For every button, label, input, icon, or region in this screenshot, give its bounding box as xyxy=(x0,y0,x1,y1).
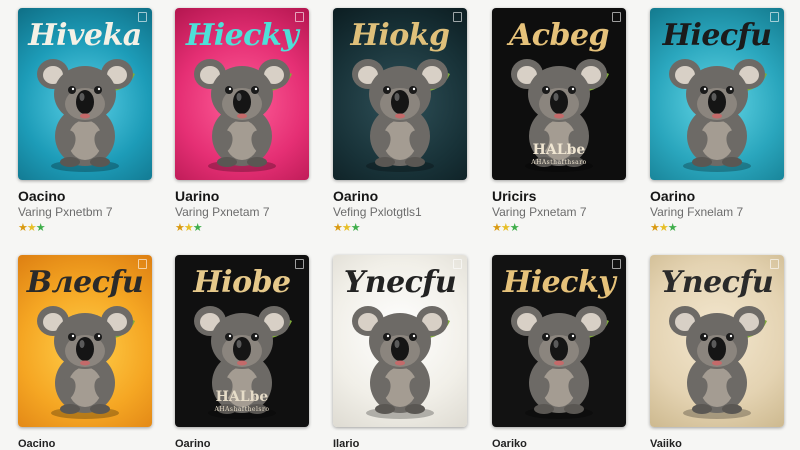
poster-tagline: HALbe AHAshafthelsro xyxy=(175,389,309,413)
corner-badge-icon xyxy=(453,12,462,22)
koala-illustration-icon xyxy=(669,59,767,172)
product-name[interactable]: Uarino xyxy=(175,188,309,205)
corner-badge-icon xyxy=(453,259,462,269)
product-card[interactable]: Hiveka Oacino Varing Pxnetbm 7 ★★★ xyxy=(18,8,152,235)
product-card[interactable]: Ynecfu xyxy=(650,255,784,427)
product-subtitle: Vefing Pxlotgtls1 xyxy=(333,205,422,219)
row2-label-cut-1: Oacino xyxy=(18,438,56,450)
star-icon: ★ xyxy=(509,222,520,234)
koala-illustration-icon xyxy=(352,59,450,172)
product-name[interactable]: Oarino xyxy=(650,188,784,205)
corner-badge-icon xyxy=(295,12,304,22)
koala-illustration-icon xyxy=(352,306,450,419)
product-card[interactable]: Bлecfu xyxy=(18,255,152,427)
star-icon: ★ xyxy=(350,222,361,234)
star-icon: ★ xyxy=(333,222,343,234)
rating-stars: ★★★ xyxy=(650,221,784,235)
product-card[interactable]: Acbeg HALbe AHAsthafthsaro Uricirs Varing… xyxy=(492,8,626,235)
product-name[interactable]: Oarino xyxy=(333,188,467,205)
product-name[interactable]: Oacino xyxy=(18,188,152,205)
star-icon: ★ xyxy=(26,222,37,234)
row2-label-cut-2: Oarino xyxy=(175,438,211,450)
product-poster[interactable]: Hiecky xyxy=(492,255,626,427)
star-icon: ★ xyxy=(667,222,678,234)
corner-badge-icon xyxy=(138,12,147,22)
product-card[interactable]: Hiokg Oarino Vefing Pxlotgtls1 ★★★ xyxy=(333,8,467,235)
koala-illustration-icon xyxy=(511,306,609,419)
product-poster[interactable]: Hiokg xyxy=(333,8,467,180)
product-poster[interactable]: Ynecfu xyxy=(333,255,467,427)
poster-tagline-small: AHAsthafthsaro xyxy=(531,159,587,166)
product-poster[interactable]: Hiecfu xyxy=(650,8,784,180)
rating-stars: ★★★ xyxy=(333,221,467,235)
product-poster[interactable]: Acbeg HALbe AHAsthafthsaro xyxy=(492,8,626,180)
product-subtitle: Varing Fxnelam 7 xyxy=(650,205,744,219)
star-icon: ★ xyxy=(175,222,185,234)
corner-badge-icon xyxy=(612,12,621,22)
row2-label-cut-4: Oariko xyxy=(492,438,527,450)
product-poster[interactable]: Ynecfu xyxy=(650,255,784,427)
star-icon: ★ xyxy=(492,222,502,234)
corner-badge-icon xyxy=(138,259,147,269)
star-icon: ★ xyxy=(500,222,511,234)
product-poster[interactable]: Bлecfu xyxy=(18,255,152,427)
product-card[interactable]: Hiecky xyxy=(492,255,626,427)
rating-stars: ★★★ xyxy=(175,221,309,235)
product-poster[interactable]: Hiecky xyxy=(175,8,309,180)
product-poster[interactable]: Hiobe HALbe AHAshafthelsro xyxy=(175,255,309,427)
product-subtitle: Varing Pxnetbm 7 xyxy=(18,205,113,219)
star-icon: ★ xyxy=(192,222,203,234)
star-icon: ★ xyxy=(658,222,669,234)
corner-badge-icon xyxy=(295,259,304,269)
poster-tagline: HALbe AHAsthafthsaro xyxy=(492,142,626,166)
star-icon: ★ xyxy=(35,222,46,234)
koala-illustration-icon xyxy=(37,59,135,172)
product-name[interactable]: Uricirs xyxy=(492,188,626,205)
corner-badge-icon xyxy=(770,259,779,269)
row2-label-cut-3: Ilario xyxy=(333,438,360,450)
star-icon: ★ xyxy=(650,222,660,234)
koala-illustration-icon xyxy=(37,306,135,419)
product-card[interactable]: Ynecfu xyxy=(333,255,467,427)
rating-stars: ★★★ xyxy=(492,221,626,235)
product-card[interactable]: Hiobe HALbe AHAshafthelsro xyxy=(175,255,309,427)
poster-tagline-small: AHAshafthelsro xyxy=(214,406,270,413)
star-icon: ★ xyxy=(18,222,28,234)
corner-badge-icon xyxy=(612,259,621,269)
corner-badge-icon xyxy=(770,12,779,22)
koala-illustration-icon xyxy=(669,306,767,419)
product-subtitle: Varing Pxnetam 7 xyxy=(175,205,270,219)
product-subtitle: Varing Pxnetam 7 xyxy=(492,205,587,219)
star-icon: ★ xyxy=(341,222,352,234)
row2-label-cut-5: Vaiiko xyxy=(650,438,682,450)
poster-tagline-main: HALbe xyxy=(532,142,586,158)
koala-illustration-icon xyxy=(194,59,292,172)
rating-stars: ★★★ xyxy=(18,221,152,235)
poster-tagline-main: HALbe xyxy=(215,389,269,405)
product-card[interactable]: Hiecky Uarino Varing Pxnetam 7 ★★★ xyxy=(175,8,309,235)
star-icon: ★ xyxy=(183,222,194,234)
product-card[interactable]: Hiecfu Oarino Varing Fxnelam 7 ★★★ xyxy=(650,8,784,235)
product-poster[interactable]: Hiveka xyxy=(18,8,152,180)
